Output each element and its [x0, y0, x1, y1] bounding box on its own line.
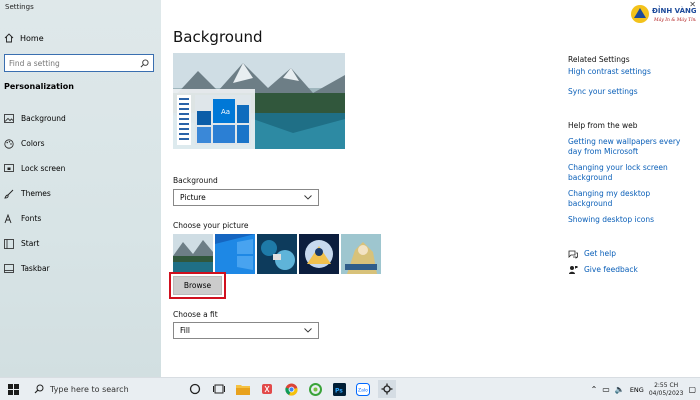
language-indicator[interactable]: ENG — [630, 386, 644, 394]
sync-settings-link[interactable]: Sync your settings — [568, 87, 693, 97]
background-label: Background — [173, 176, 218, 185]
search-icon[interactable] — [140, 58, 149, 68]
picture-thumbnail-art[interactable] — [257, 234, 297, 274]
settings-sidebar: Settings Home Personalization Background — [0, 0, 161, 377]
page-title: Background — [173, 28, 263, 46]
sidebar-item-taskbar[interactable]: Taskbar — [0, 256, 161, 281]
browse-highlight: Browse — [169, 272, 226, 299]
chrome-icon[interactable] — [282, 380, 300, 398]
taskbar-pinned-apps: Ps Zalo — [186, 380, 396, 398]
svg-text:Zalo: Zalo — [358, 387, 368, 393]
palette-icon — [4, 138, 14, 149]
sidebar-item-label: Taskbar — [21, 264, 50, 273]
chevron-down-icon — [304, 328, 312, 333]
sidebar-item-label: Background — [21, 114, 66, 123]
give-feedback-row[interactable]: Give feedback — [568, 265, 693, 275]
sidebar-item-label: Start — [21, 239, 40, 248]
personalization-nav: Background Colors Lock screen Themes Fon… — [0, 106, 161, 281]
sidebar-item-fonts[interactable]: Fonts — [0, 206, 161, 231]
help-web-heading: Help from the web — [568, 121, 638, 130]
preview-wallpaper — [173, 53, 345, 149]
start-icon — [4, 238, 14, 249]
windows-taskbar: Type here to search Ps Zalo ⌃ ▭ 🔈 ENG 2:… — [0, 377, 700, 400]
home-nav-item[interactable]: Home — [4, 33, 44, 43]
settings-search-box[interactable] — [4, 54, 154, 72]
help-link-lock-screen[interactable]: Changing your lock screen background — [568, 163, 693, 183]
photoshop-icon[interactable]: Ps — [330, 380, 348, 398]
fit-value: Fill — [180, 326, 191, 335]
taskbar-search-placeholder: Type here to search — [50, 384, 129, 394]
picture-thumbnail-anime[interactable] — [299, 234, 339, 274]
section-heading: Personalization — [4, 82, 74, 91]
font-icon — [4, 213, 12, 223]
picture-thumbnails — [173, 234, 381, 274]
sidebar-item-colors[interactable]: Colors — [0, 131, 161, 156]
background-type-select[interactable]: Picture — [173, 189, 319, 206]
picture-thumbnail-windows[interactable] — [215, 234, 255, 274]
help-link-desktop-background[interactable]: Changing my desktop background — [568, 189, 693, 209]
window-title: Settings — [5, 3, 34, 11]
picture-thumbnail-lake[interactable] — [173, 234, 213, 274]
related-settings-heading: Related Settings — [568, 55, 630, 64]
snipping-tool-icon[interactable] — [258, 380, 276, 398]
brand-logo: ĐỈNH VÀNG Máy In & Máy Tính ✕ — [630, 0, 698, 26]
high-contrast-link[interactable]: High contrast settings — [568, 67, 693, 77]
sidebar-item-background[interactable]: Background — [0, 106, 161, 131]
sidebar-item-themes[interactable]: Themes — [0, 181, 161, 206]
sidebar-item-label: Fonts — [21, 214, 42, 223]
cortana-icon[interactable] — [186, 380, 204, 398]
green-app-icon[interactable] — [306, 380, 324, 398]
lock-screen-icon — [4, 164, 14, 172]
windows-start-icon[interactable] — [4, 380, 22, 398]
chat-help-icon — [568, 250, 578, 259]
home-icon — [4, 33, 14, 43]
preview-sample-text: Aa — [221, 108, 231, 116]
svg-text:Ps: Ps — [335, 387, 343, 394]
background-type-value: Picture — [180, 193, 206, 202]
settings-search-input[interactable] — [9, 58, 129, 68]
feedback-person-icon — [569, 266, 578, 274]
choose-picture-label: Choose your picture — [173, 221, 249, 230]
desktop-preview: Aa — [173, 53, 345, 149]
picture-thumbnail-character[interactable] — [341, 234, 381, 274]
clock-date: 04/05/2023 — [648, 389, 684, 397]
sidebar-item-label: Lock screen — [21, 164, 66, 173]
give-feedback-link[interactable]: Give feedback — [584, 265, 638, 275]
taskbar-icon — [4, 264, 14, 273]
volume-icon[interactable]: 🔈 — [615, 385, 625, 394]
search-icon — [34, 384, 44, 394]
chevron-down-icon — [304, 195, 312, 200]
notifications-icon[interactable]: ▢ — [688, 385, 696, 394]
get-help-link[interactable]: Get help — [584, 249, 616, 259]
get-help-row[interactable]: Get help — [568, 249, 693, 259]
close-icon[interactable]: ✕ — [689, 0, 696, 9]
related-settings-panel: Related Settings High contrast settings … — [568, 55, 693, 275]
picture-icon — [4, 114, 14, 123]
choose-fit-label: Choose a fit — [173, 310, 218, 319]
clock-time: 2:55 CH — [654, 381, 679, 389]
file-explorer-icon[interactable] — [234, 380, 252, 398]
network-icon[interactable]: ▭ — [602, 385, 610, 394]
browse-button[interactable]: Browse — [173, 276, 222, 295]
sidebar-item-label: Colors — [21, 139, 45, 148]
help-link-wallpapers[interactable]: Getting new wallpapers every day from Mi… — [568, 137, 693, 157]
chevron-up-icon[interactable]: ⌃ — [591, 385, 598, 394]
settings-icon[interactable] — [378, 380, 396, 398]
zalo-icon[interactable]: Zalo — [354, 380, 372, 398]
fit-select[interactable]: Fill — [173, 322, 319, 339]
taskbar-clock[interactable]: 2:55 CH 04/05/2023 — [649, 382, 684, 398]
sidebar-item-lock-screen[interactable]: Lock screen — [0, 156, 161, 181]
home-label: Home — [20, 33, 44, 43]
system-tray: ⌃ ▭ 🔈 ENG 2:55 CH 04/05/2023 ▢ — [591, 378, 700, 400]
sidebar-item-start[interactable]: Start — [0, 231, 161, 256]
taskbar-search-box[interactable]: Type here to search — [28, 378, 178, 400]
sidebar-item-label: Themes — [21, 189, 51, 198]
task-view-icon[interactable] — [210, 380, 228, 398]
svg-text:Máy In & Máy Tính: Máy In & Máy Tính — [653, 16, 696, 23]
help-link-desktop-icons[interactable]: Showing desktop icons — [568, 215, 693, 225]
brush-icon — [4, 189, 14, 198]
settings-main-panel: Background Aa Background Picture Choose … — [161, 0, 700, 377]
